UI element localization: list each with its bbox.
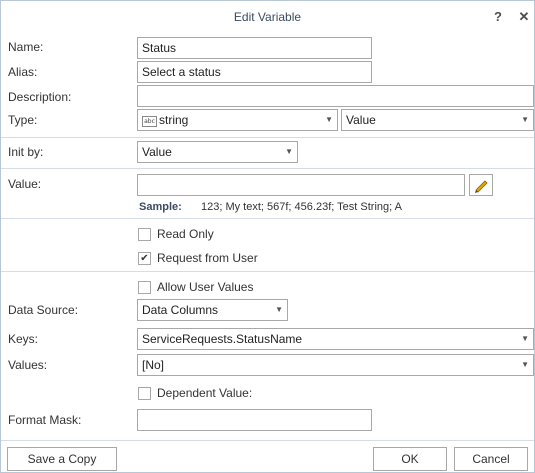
type-mode-select[interactable]: Value ▼ [341,109,534,131]
divider [1,137,534,138]
divider [1,271,534,272]
values-label: Values: [8,358,48,372]
chevron-down-icon: ▼ [521,334,529,343]
chevron-down-icon: ▼ [325,115,333,124]
pencil-icon [475,180,488,193]
dependent-value-label: Dependent Value: [157,386,253,400]
keys-select[interactable]: ServiceRequests.StatusName ▼ [137,328,534,350]
allow-user-values-label: Allow User Values [157,280,254,294]
check-icon: ✔ [140,253,149,264]
init-by-value: Value [142,145,172,159]
chevron-down-icon: ▼ [521,115,529,124]
description-input[interactable] [137,85,534,107]
save-copy-button[interactable]: Save a Copy [7,447,117,471]
type-select-value: string [159,113,189,127]
chevron-down-icon: ▼ [285,147,293,156]
edit-variable-dialog: Edit Variable ? ✕ Name: Status Alias: Se… [0,0,535,473]
allow-user-values-checkbox[interactable] [138,281,151,294]
type-mode-value: Value [346,113,376,127]
format-mask-label: Format Mask: [8,413,82,427]
alias-input[interactable]: Select a status [137,61,372,83]
read-only-label: Read Only [157,227,214,241]
sample-label: Sample: [139,201,182,213]
help-icon[interactable]: ? [490,9,506,25]
request-from-user-label: Request from User [157,251,258,265]
dialog-title: Edit Variable [233,10,302,24]
sample-text: 123; My text; 567f; 456.23f; Test String… [201,201,402,213]
keys-value: ServiceRequests.StatusName [142,332,303,346]
name-label: Name: [8,40,44,54]
data-source-select[interactable]: Data Columns ▼ [137,299,288,321]
format-mask-input[interactable] [137,409,372,431]
edit-value-button[interactable] [469,174,493,196]
type-select[interactable]: abc string ▼ [137,109,338,131]
value-label: Value: [8,177,42,191]
cancel-button[interactable]: Cancel [454,447,528,471]
init-by-label: Init by: [8,145,44,159]
data-source-label: Data Source: [8,303,79,317]
close-icon[interactable]: ✕ [516,9,532,25]
type-label: Type: [8,113,38,127]
abc-icon: abc [142,116,157,127]
request-from-user-checkbox[interactable]: ✔ [138,252,151,265]
values-value: [No] [142,358,165,372]
footer-divider [1,440,534,441]
divider [1,218,534,219]
ok-button[interactable]: OK [373,447,447,471]
alias-label: Alias: [8,65,38,79]
divider [1,168,534,169]
description-label: Description: [8,90,72,104]
chevron-down-icon: ▼ [275,305,283,314]
read-only-checkbox[interactable] [138,228,151,241]
values-select[interactable]: [No] ▼ [137,354,534,376]
init-by-select[interactable]: Value ▼ [137,141,298,163]
value-input[interactable] [137,174,465,196]
chevron-down-icon: ▼ [521,360,529,369]
dependent-value-checkbox[interactable] [138,387,151,400]
keys-label: Keys: [8,332,39,346]
name-input[interactable]: Status [137,37,372,59]
data-source-value: Data Columns [142,303,219,317]
